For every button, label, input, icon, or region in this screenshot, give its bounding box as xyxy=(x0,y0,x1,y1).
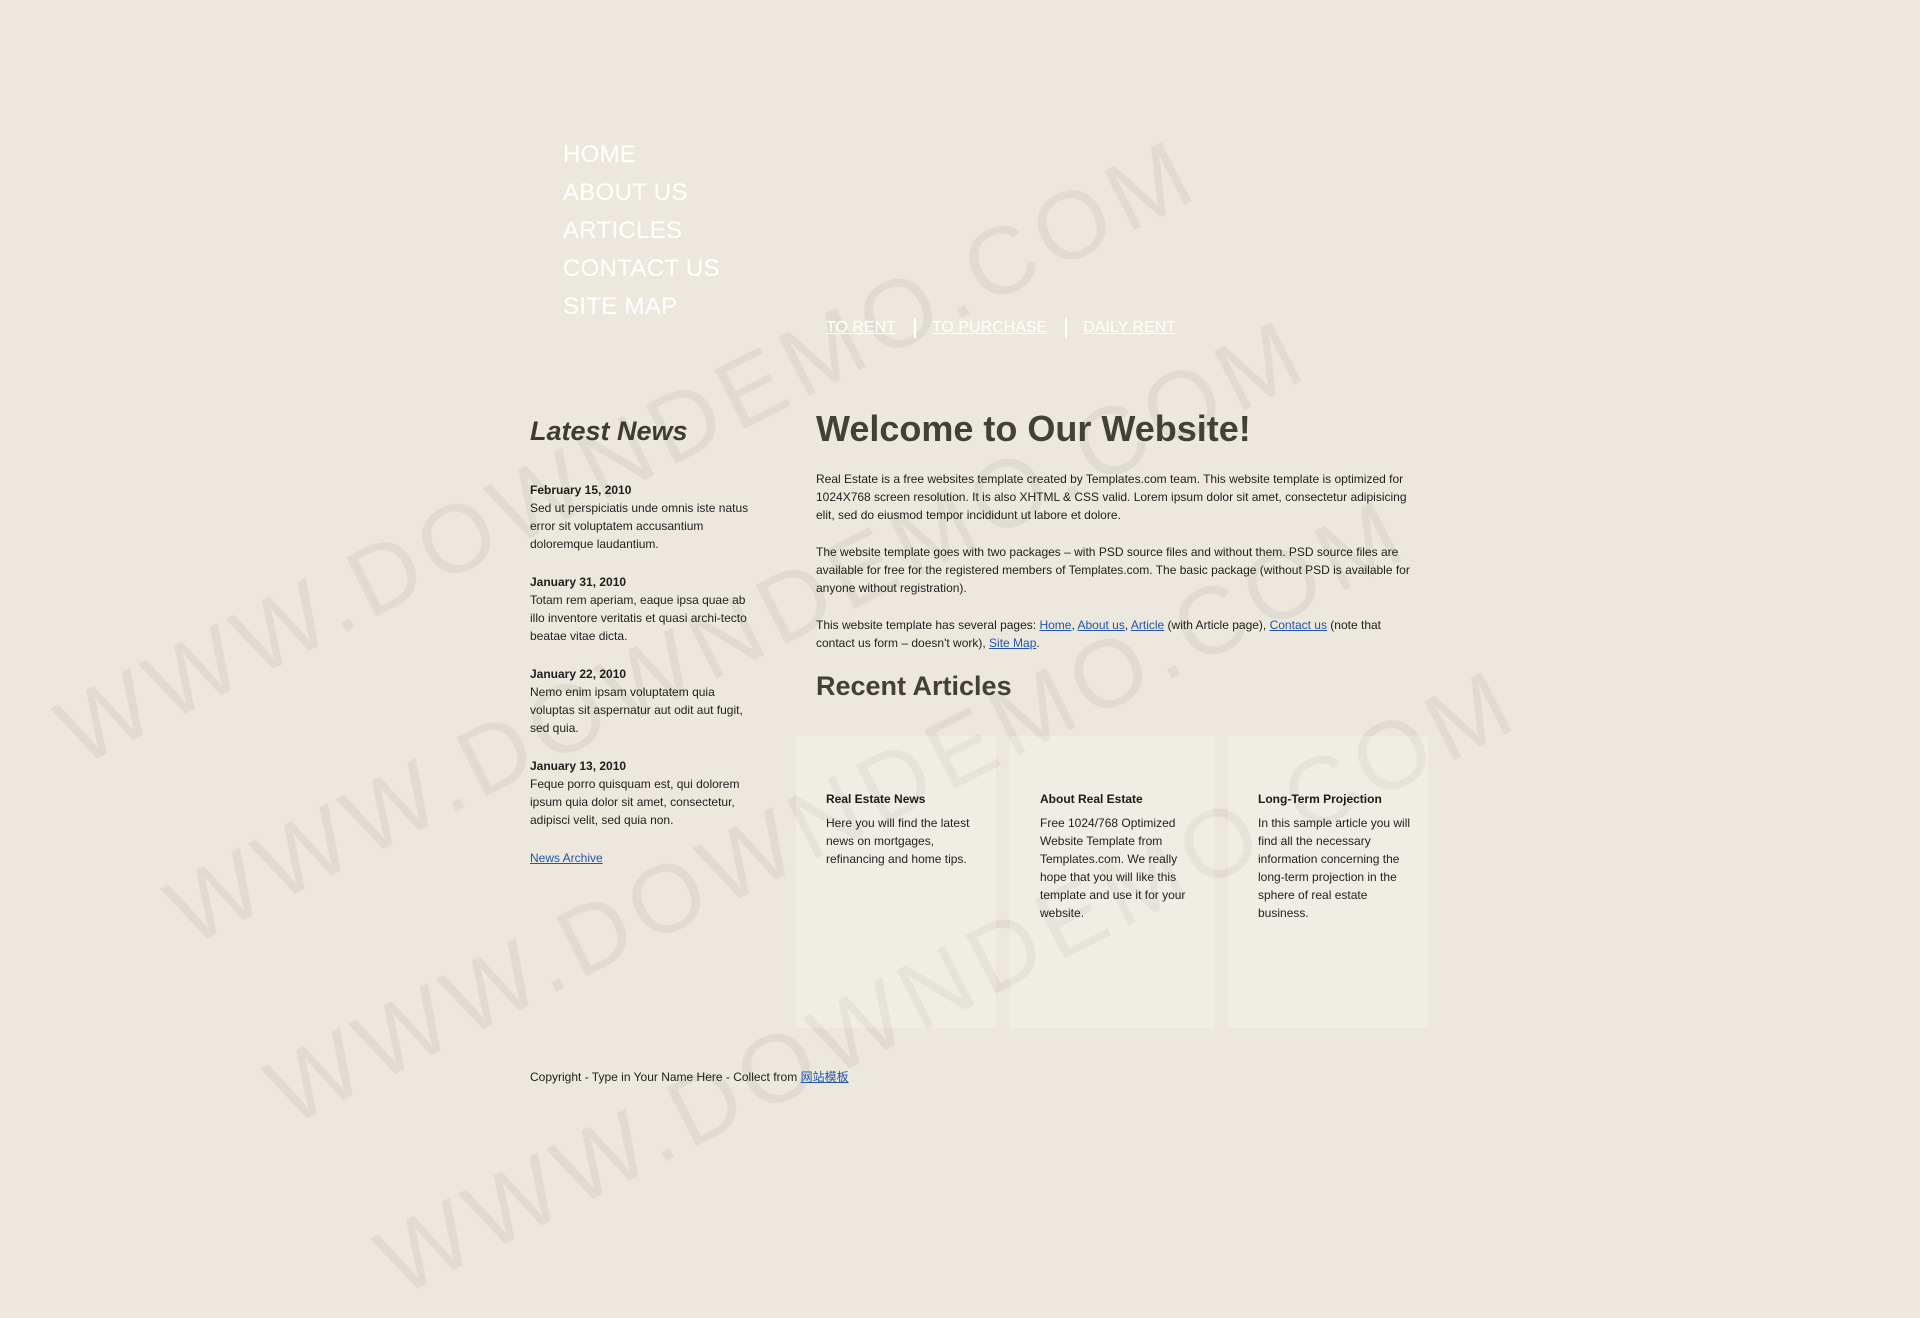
pages-end-text: . xyxy=(1036,636,1040,650)
main-nav: HOME ABOUT US ARTICLES CONTACT US SITE M… xyxy=(563,136,720,326)
packages-paragraph: The website template goes with two packa… xyxy=(816,545,1410,595)
article-text: In this sample article you will find all… xyxy=(1258,816,1411,920)
article-card[interactable]: Real Estate News Here you will find the … xyxy=(796,736,996,1028)
link-article[interactable]: Article xyxy=(1131,618,1164,632)
news-date: January 31, 2010 xyxy=(530,575,627,589)
pages-paragraph: This website template has several pages:… xyxy=(816,616,1416,652)
nav-about-us[interactable]: ABOUT US xyxy=(563,174,720,212)
copyright-text: Copyright - Type in Your Name Here - Col… xyxy=(530,1070,801,1084)
main-content: Welcome to Our Website! Real Estate is a… xyxy=(816,408,1416,702)
news-archive-link[interactable]: News Archive xyxy=(530,851,603,865)
subnav-to-purchase[interactable]: TO PURCHASE xyxy=(932,319,1047,337)
news-date: February 15, 2010 xyxy=(530,483,632,497)
subnav-divider xyxy=(1065,318,1068,338)
recent-articles: Real Estate News Here you will find the … xyxy=(796,736,1428,1028)
news-text: Nemo enim ipsam voluptatem quia voluptas… xyxy=(530,685,743,735)
intro-paragraph: Real Estate is a free websites template … xyxy=(816,472,1407,522)
news-text: Totam rem aperiam, eaque ipsa quae ab il… xyxy=(530,593,747,643)
nav-contact-us[interactable]: CONTACT US xyxy=(563,250,720,288)
latest-news: Latest News February 15, 2010 Sed ut per… xyxy=(530,416,752,867)
page-title: Welcome to Our Website! xyxy=(816,408,1251,449)
news-date: January 22, 2010 xyxy=(530,667,627,681)
link-contact-us[interactable]: Contact us xyxy=(1270,618,1327,632)
news-item: February 15, 2010 Sed ut perspiciatis un… xyxy=(530,481,752,553)
article-card[interactable]: Long-Term Projection In this sample arti… xyxy=(1228,736,1428,1028)
article-text: Free 1024/768 Optimized Website Template… xyxy=(1040,816,1186,920)
article-card[interactable]: About Real Estate Free 1024/768 Optimize… xyxy=(1010,736,1214,1028)
subnav-to-rent[interactable]: TO RENT xyxy=(826,319,896,337)
news-date: January 13, 2010 xyxy=(530,759,627,773)
pages-lead: This website template has several pages: xyxy=(816,618,1040,632)
link-site-map[interactable]: Site Map xyxy=(989,636,1036,650)
news-item: January 31, 2010 Totam rem aperiam, eaqu… xyxy=(530,573,752,645)
recent-articles-title: Recent Articles xyxy=(816,671,1012,701)
latest-news-title: Latest News xyxy=(530,416,688,446)
article-title: Real Estate News xyxy=(826,792,926,806)
link-about-us[interactable]: About us xyxy=(1077,618,1124,632)
link-home[interactable]: Home xyxy=(1039,618,1071,632)
news-item: January 13, 2010 Feque porro quisquam es… xyxy=(530,757,752,829)
news-text: Feque porro quisquam est, qui dolorem ip… xyxy=(530,777,740,827)
sub-nav: TO RENT TO PURCHASE DAILY RENT xyxy=(826,318,1176,338)
article-title: Long-Term Projection xyxy=(1258,792,1382,806)
nav-articles[interactable]: ARTICLES xyxy=(563,212,720,250)
footer-link[interactable]: 网站模板 xyxy=(801,1070,849,1084)
nav-home[interactable]: HOME xyxy=(563,136,720,174)
news-item: January 22, 2010 Nemo enim ipsam volupta… xyxy=(530,665,752,737)
subnav-daily-rent[interactable]: DAILY RENT xyxy=(1083,319,1176,337)
footer: Copyright - Type in Your Name Here - Col… xyxy=(530,1068,849,1085)
nav-site-map[interactable]: SITE MAP xyxy=(563,288,720,326)
pages-mid-text: (with Article page), xyxy=(1164,618,1270,632)
article-title: About Real Estate xyxy=(1040,792,1143,806)
news-text: Sed ut perspiciatis unde omnis iste natu… xyxy=(530,501,749,551)
subnav-divider xyxy=(913,318,916,338)
article-text: Here you will find the latest news on mo… xyxy=(826,816,970,866)
